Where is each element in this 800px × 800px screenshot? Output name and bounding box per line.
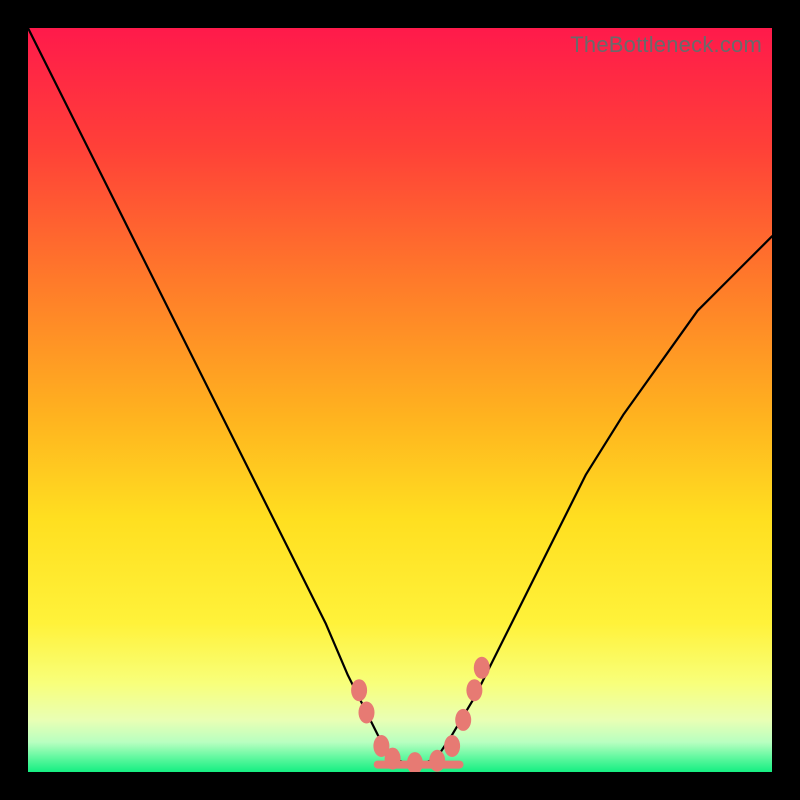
curve-bead <box>455 709 471 731</box>
curve-bead <box>466 679 482 701</box>
plot-area: TheBottleneck.com <box>28 28 772 772</box>
curve-bead <box>444 735 460 757</box>
curve-bead <box>474 657 490 679</box>
curve-layer <box>28 28 772 772</box>
chart-frame: TheBottleneck.com <box>0 0 800 800</box>
curve-beads <box>351 657 490 772</box>
curve-bead <box>359 702 375 724</box>
watermark-text: TheBottleneck.com <box>570 32 762 58</box>
curve-bead <box>429 750 445 772</box>
curve-bead <box>407 752 423 772</box>
curve-bead <box>351 679 367 701</box>
curve-bead <box>385 748 401 770</box>
bottleneck-curve <box>28 28 772 765</box>
